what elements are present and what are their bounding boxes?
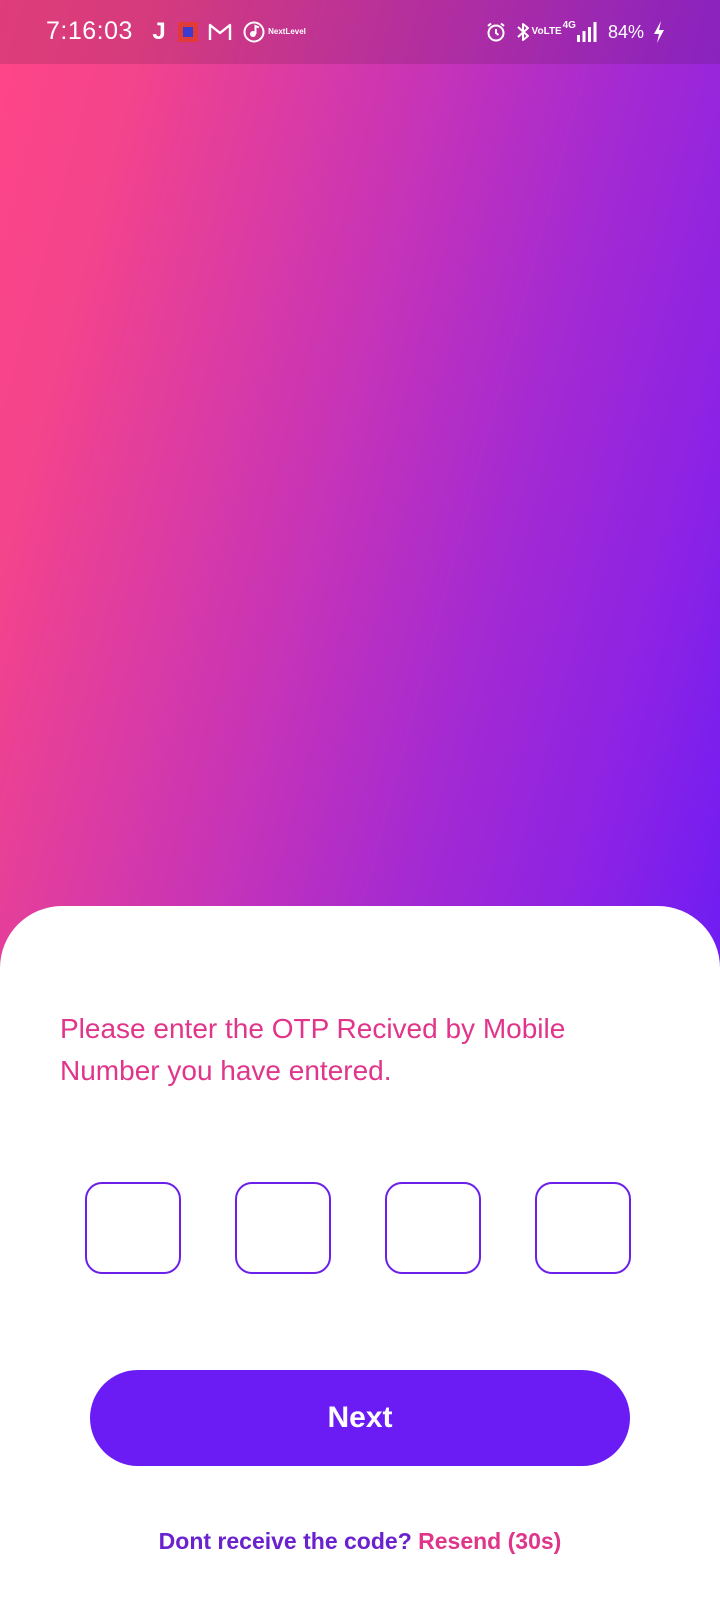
- alarm-icon: [485, 21, 507, 43]
- gmail-icon: [208, 22, 232, 42]
- app-square-icon: [178, 22, 198, 42]
- notification-icons: J Next Level: [150, 18, 306, 46]
- status-bar: 7:16:03 J Next Level Vo LTE 4G 84%: [0, 0, 720, 64]
- battery-percent: 84%: [607, 22, 644, 42]
- bluetooth-icon: [515, 21, 531, 43]
- network-type: 4G: [562, 20, 576, 31]
- otp-instruction: Please enter the OTP Recived by Mobile N…: [60, 1013, 566, 1086]
- resend-link[interactable]: Resend (30s): [418, 1528, 561, 1554]
- resend-line: Dont receive the code? Resend (30s): [0, 1528, 720, 1555]
- battery-charging-icon: [652, 20, 666, 44]
- next-level-icon: Next Level: [268, 28, 306, 36]
- otp-digit-3[interactable]: [385, 1182, 481, 1274]
- volte-label-line2: LTE: [543, 26, 562, 37]
- next-level-label-line2: Level: [285, 27, 306, 36]
- otp-digit-2[interactable]: [235, 1182, 331, 1274]
- otp-digit-1[interactable]: [85, 1182, 181, 1274]
- volte-icon: Vo LTE: [532, 27, 562, 37]
- header-gradient-background: [0, 0, 720, 1000]
- system-status-icons: Vo LTE 4G 84%: [485, 18, 666, 46]
- next-level-label-line1: Next: [268, 27, 286, 36]
- volte-label-line1: Vo: [531, 26, 544, 37]
- next-button[interactable]: Next: [90, 1370, 630, 1466]
- music-icon: [242, 20, 266, 44]
- otp-input-row: [85, 1182, 635, 1278]
- resend-prompt: Dont receive the code?: [158, 1528, 412, 1554]
- signal-icon: 4G: [563, 21, 598, 43]
- otp-digit-4[interactable]: [535, 1182, 631, 1274]
- status-time: 7:16:03: [46, 17, 133, 45]
- jio-icon: J: [152, 18, 166, 45]
